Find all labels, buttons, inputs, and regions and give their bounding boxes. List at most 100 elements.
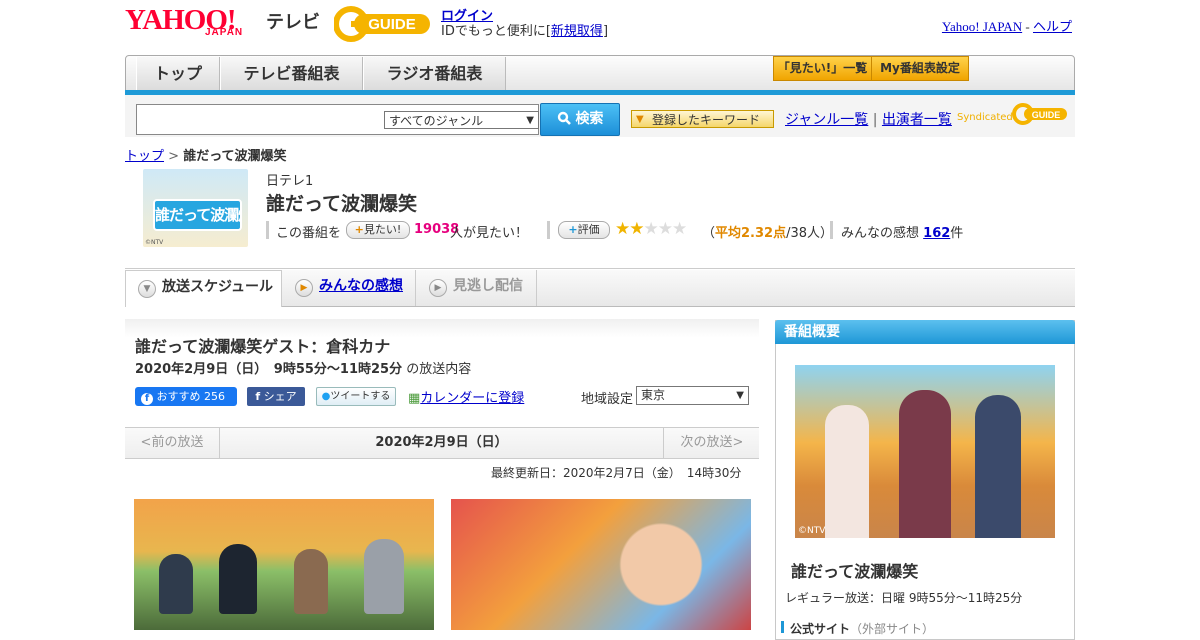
star-empty-icon: ★ — [643, 219, 659, 239]
person-silhouette — [219, 544, 257, 614]
calendar-register-link[interactable]: カレンダーに登録 — [420, 391, 524, 406]
yahoo-japan-link[interactable]: Yahoo! JAPAN — [942, 19, 1022, 34]
tab-impressions[interactable]: ▶ みんなの感想 — [283, 270, 416, 306]
tab-missed-label: 見逃し配信 — [453, 278, 523, 294]
broadcast-pager: <前の放送 2020年2月9日（日） 次の放送> — [125, 427, 759, 459]
tab-schedule[interactable]: ▼ 放送スケジュール — [125, 270, 282, 307]
login-sub-text: IDでもっと便利に[新規取得] — [441, 20, 608, 39]
breadcrumb-current: 誰だって波瀾爆笑 — [183, 149, 287, 164]
registered-keyword-button[interactable]: ▼ 登録したキーワード — [631, 110, 774, 128]
nav-tab-radio-schedule[interactable]: ラジオ番組表 — [363, 57, 506, 90]
search-button-label: 検索 — [575, 111, 604, 127]
dropdown-arrow-icon: ▼ — [736, 390, 744, 401]
person-silhouette — [364, 539, 404, 614]
divider-bar — [830, 221, 833, 239]
region-select[interactable]: 東京 ▼ — [636, 386, 749, 405]
gguide-small-icon: GUIDE — [1012, 103, 1067, 125]
episode-date-value: 2020年2月9日（日） 9時55分～11時25分 — [135, 362, 403, 377]
impressions-label: みんなの感想 — [841, 226, 920, 241]
facebook-icon: f — [255, 390, 261, 403]
episode-photo-2[interactable] — [451, 499, 751, 630]
region-select-value: 東京 — [641, 388, 666, 402]
star-filled-icon: ★ — [615, 219, 630, 239]
star-empty-icon: ★ — [672, 219, 687, 239]
next-broadcast-button[interactable]: 次の放送> — [663, 428, 760, 458]
episode-photo-1[interactable] — [134, 499, 434, 630]
cast-photo-credit: ©NTV — [798, 526, 826, 536]
divider-bar — [266, 221, 269, 239]
syndicated-label: Syndicated — [957, 112, 1013, 123]
person-silhouette — [975, 395, 1021, 538]
chevron-down-icon: ▼ — [138, 280, 156, 298]
rating-summary: （平均2.32点/38人） — [702, 222, 833, 241]
calendar-icon: ▦ — [408, 391, 421, 406]
star-empty-icon: ★ — [657, 219, 673, 239]
person-silhouette — [294, 549, 328, 614]
official-site-heading[interactable]: 公式サイト（外部サイト） — [790, 620, 934, 637]
impressions-unit: 件 — [950, 226, 964, 241]
tweet-button[interactable]: ●ツイートする — [316, 387, 396, 406]
official-site-note: （外部サイト） — [850, 622, 935, 636]
person-silhouette — [899, 390, 951, 538]
region-label: 地域設定 — [581, 392, 634, 407]
rating-count: /38人 — [786, 226, 821, 241]
mitai-list-button[interactable]: 「見たい!」一覧 — [773, 56, 872, 81]
regular-broadcast-info: レギュラー放送：日曜 9時55分～11時25分 — [785, 591, 1023, 605]
rate-button-label: 評価 — [577, 223, 600, 236]
gguide-logo-icon: GUIDE — [333, 6, 430, 42]
my-schedule-button[interactable]: My番組表設定 — [871, 56, 969, 81]
thumbnail-title-logo: 誰だって波瀾爆笑 — [153, 199, 242, 231]
plus-icon: + — [568, 223, 578, 236]
play-icon: ▶ — [429, 279, 447, 297]
program-info-line: この番組を +見たい! 19038 人が見たい！ +評価 ★★★★★ （平均2.… — [266, 219, 986, 242]
current-broadcast-date: 2020年2月9日（日） — [375, 435, 508, 450]
channel-name: 日テレ1 — [266, 174, 314, 189]
episode-date-suffix: の放送内容 — [406, 362, 472, 377]
official-site-marker — [781, 621, 784, 633]
mitai-suffix: 人が見たい！ — [450, 226, 529, 241]
syndicated-gguide-logo: GUIDE — [1012, 103, 1068, 125]
person-silhouette — [825, 405, 869, 538]
genre-select[interactable]: すべてのジャンル ▼ — [384, 111, 539, 129]
performer-list-link[interactable]: 出演者一覧 — [882, 112, 952, 128]
program-summary-header: 番組概要 — [775, 320, 1075, 344]
genre-list-link[interactable]: ジャンル一覧 — [785, 112, 868, 128]
rating-stars: ★★★★★ — [615, 219, 687, 239]
search-button[interactable]: 検索 — [540, 103, 620, 136]
program-title: 誰だって波瀾爆笑 — [266, 193, 418, 215]
gguide-text: GUIDE — [368, 16, 416, 33]
yahoo-japan-logo-text: JAPAN — [205, 27, 244, 38]
breadcrumb-home-link[interactable]: トップ — [125, 149, 164, 164]
gguide-logo[interactable]: GUIDE — [333, 6, 432, 42]
prev-broadcast-button[interactable]: <前の放送 — [125, 428, 220, 458]
signup-link[interactable]: 新規取得 — [551, 24, 603, 39]
help-link[interactable]: ヘルプ — [1033, 19, 1072, 34]
top-link-separator: - — [1025, 19, 1030, 34]
genre-select-value: すべてのジャンル — [389, 114, 484, 128]
impressions-count-link[interactable]: 162 — [923, 226, 950, 241]
nav-tab-tv-schedule[interactable]: テレビ番組表 — [220, 57, 363, 90]
divider-bar — [547, 221, 550, 239]
tab-impressions-label: みんなの感想 — [319, 278, 403, 294]
link-divider: | — [872, 112, 878, 128]
nav-tab-top[interactable]: トップ — [136, 57, 220, 90]
breadcrumb-separator: > — [168, 149, 180, 164]
facebook-recommend-label: おすすめ — [156, 390, 201, 403]
facebook-recommend-button[interactable]: f おすすめ 256 — [135, 387, 237, 406]
last-updated: 最終更新日：2020年2月7日（金） 14時30分 — [491, 466, 742, 480]
rate-button[interactable]: +評価 — [558, 221, 610, 239]
tv-logo-text[interactable]: テレビ — [266, 8, 320, 34]
facebook-share-button[interactable]: f シェア — [247, 387, 305, 406]
tab-missed[interactable]: ▶ 見逃し配信 — [417, 270, 537, 306]
person-silhouette — [159, 554, 193, 614]
login-sub-prefix: IDでもっと便利に[ — [441, 24, 551, 39]
registered-keyword-label: 登録したキーワード — [652, 113, 761, 127]
facebook-recommend-count: 256 — [204, 390, 225, 403]
tweet-label: ツイートする — [330, 391, 391, 402]
mitai-button[interactable]: +見たい! — [346, 221, 410, 239]
summary-program-title: 誰だって波瀾爆笑 — [791, 562, 919, 581]
rating-average: 平均2.32点 — [715, 226, 787, 241]
official-site-label: 公式サイト — [790, 622, 851, 636]
genre-links: ジャンル一覧 | 出演者一覧 — [785, 109, 952, 129]
main-nav: トップ テレビ番組表 ラジオ番組表 「見たい!」一覧 My番組表設定 — [125, 55, 1075, 91]
